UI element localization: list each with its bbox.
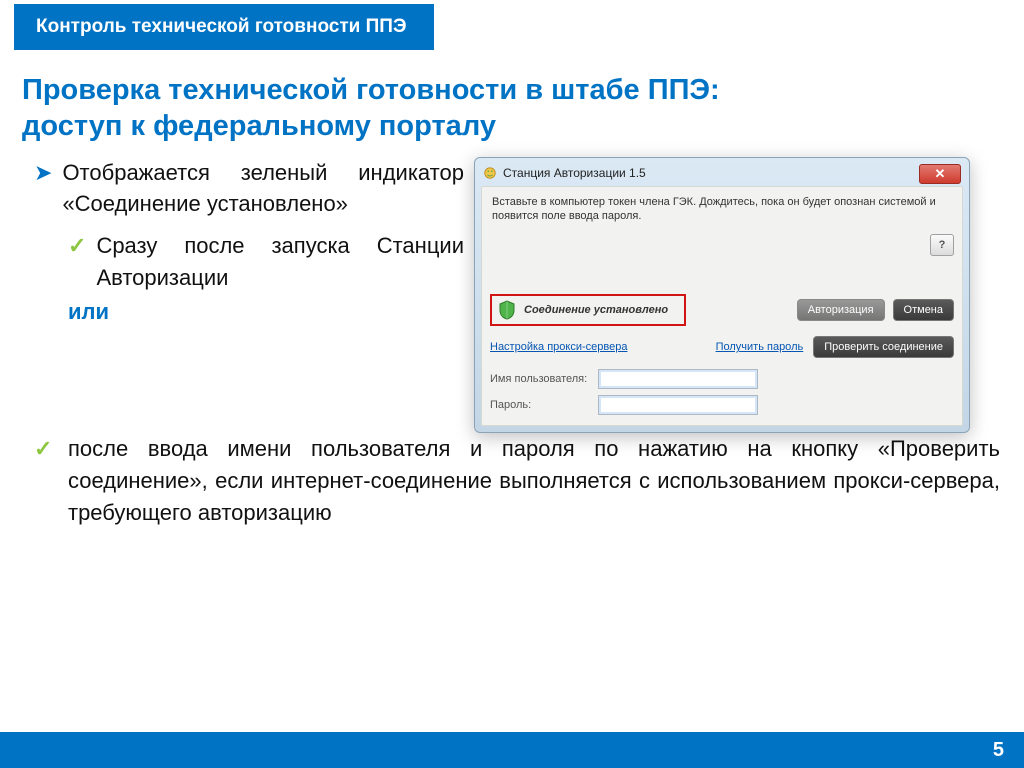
arrow-icon: ➤	[34, 157, 52, 221]
bullet-subitem-2: ✓ после ввода имени пользователя и парол…	[0, 433, 1024, 529]
bullet-list: ➤ Отображается зеленый индикатор «Соедин…	[34, 157, 464, 328]
bullet-subitem: ✓ Сразу после запуска Станции Авторизаци…	[68, 230, 464, 294]
authorize-button[interactable]: Авторизация	[797, 299, 885, 321]
instruction-text: Вставьте в компьютер токен члена ГЭК. До…	[482, 187, 962, 233]
page-number: 5	[993, 739, 1004, 762]
window-title: Станция Авторизации 1.5	[503, 166, 646, 180]
or-label: или	[68, 296, 464, 328]
password-input[interactable]	[598, 395, 758, 415]
username-label: Имя пользователя:	[490, 373, 590, 385]
bullet-text: Отображается зеленый индикатор «Соединен…	[62, 157, 464, 221]
bullet-subtext-2: после ввода имени пользователя и пароля …	[68, 436, 1000, 525]
check-icon: ✓	[68, 230, 86, 294]
title-line-1: Проверка технической готовности в штабе …	[22, 72, 1000, 108]
bullet-item: ➤ Отображается зеленый индикатор «Соедин…	[34, 157, 464, 221]
username-input[interactable]	[598, 369, 758, 389]
window-titlebar: Станция Авторизации 1.5	[481, 164, 963, 186]
bullet-subtext: Сразу после запуска Станции Авторизации	[96, 230, 464, 294]
username-row: Имя пользователя:	[482, 366, 962, 392]
check-icon: ✓	[34, 433, 52, 465]
proxy-settings-link[interactable]: Настройка прокси-сервера	[490, 341, 627, 353]
shield-icon	[498, 300, 516, 320]
connection-status: Соединение установлено	[524, 304, 668, 316]
password-label: Пароль:	[490, 399, 590, 411]
window-body: Вставьте в компьютер токен члена ГЭК. До…	[481, 186, 963, 427]
status-highlight-box: Соединение установлено	[490, 294, 686, 326]
footer-bar: 5	[0, 732, 1024, 768]
window-app-icon	[483, 166, 497, 180]
title-line-2: доступ к федеральному порталу	[22, 108, 1000, 144]
close-button[interactable]: ✕	[919, 164, 961, 184]
check-connection-button[interactable]: Проверить соединение	[813, 336, 954, 358]
cancel-button[interactable]: Отмена	[893, 299, 954, 321]
get-password-link[interactable]: Получить пароль	[716, 341, 804, 353]
help-button[interactable]: ?	[930, 234, 954, 256]
page-banner: Контроль технической готовности ППЭ	[14, 4, 434, 50]
auth-station-window: Станция Авторизации 1.5 ✕ Вставьте в ком…	[474, 157, 970, 434]
password-row: Пароль:	[482, 392, 962, 425]
page-title: Проверка технической готовности в штабе …	[22, 72, 1000, 145]
